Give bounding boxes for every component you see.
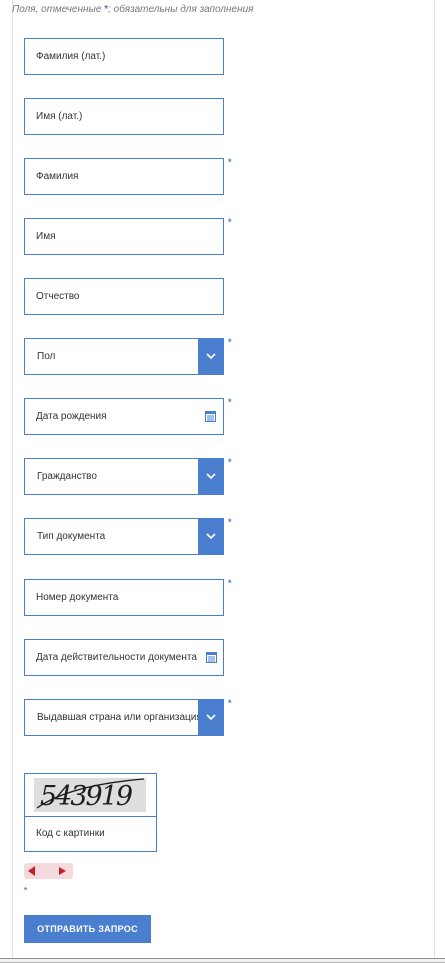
citizenship-dropdown-button[interactable] xyxy=(198,458,224,495)
first-name-field[interactable]: Имя xyxy=(24,218,224,255)
required-mark: * xyxy=(228,337,232,347)
last-name-field[interactable]: Фамилия xyxy=(24,158,224,195)
chevron-down-icon xyxy=(206,353,216,360)
required-fields-note: Поля, отмеченные *; обязательны для запо… xyxy=(12,4,254,15)
issuing-country-dropdown-button[interactable] xyxy=(198,699,224,736)
document-type-label: Тип документа xyxy=(37,531,106,542)
last-name-lat-label: Фамилия (лат.) xyxy=(36,51,106,62)
patronymic-field[interactable]: Отчество xyxy=(24,278,224,315)
last-name-label: Фамилия xyxy=(36,171,79,182)
frame-bottom-border xyxy=(0,958,445,963)
chevron-down-icon xyxy=(206,714,216,721)
document-type-dropdown-button[interactable] xyxy=(198,518,224,555)
captcha-block: 543919 Код с картинки xyxy=(24,773,157,852)
patronymic-label: Отчество xyxy=(36,291,80,302)
required-mark: * xyxy=(228,157,232,167)
birth-date-label: Дата рождения xyxy=(36,411,107,422)
first-name-lat-label: Имя (лат.) xyxy=(36,111,83,122)
last-name-lat-field[interactable]: Фамилия (лат.) xyxy=(24,38,224,75)
required-mark: * xyxy=(228,578,232,588)
calendar-icon[interactable] xyxy=(206,652,217,663)
gender-dropdown-button[interactable] xyxy=(198,338,224,375)
document-number-label: Номер документа xyxy=(36,592,119,603)
citizenship-select[interactable]: Гражданство xyxy=(24,458,224,495)
audio-play-icon[interactable] xyxy=(59,867,66,875)
captcha-image: 543919 xyxy=(34,778,146,812)
document-number-field[interactable]: Номер документа xyxy=(24,579,224,616)
gender-select[interactable]: Пол xyxy=(24,338,224,375)
required-mark: * xyxy=(228,698,232,708)
frame-left-border xyxy=(12,0,13,958)
issuing-country-label: Выдавшая страна или организация xyxy=(37,712,202,723)
required-mark: * xyxy=(228,517,232,527)
chevron-down-icon xyxy=(206,533,216,540)
first-name-label: Имя xyxy=(36,231,56,242)
chevron-down-icon xyxy=(206,473,216,480)
citizenship-label: Гражданство xyxy=(37,471,97,482)
required-mark: * xyxy=(228,217,232,227)
gender-label: Пол xyxy=(37,351,56,362)
document-valid-date-field[interactable]: Дата действительности документа xyxy=(24,639,224,676)
birth-date-field[interactable]: Дата рождения xyxy=(24,398,224,435)
document-valid-date-label: Дата действительности документа xyxy=(36,652,197,663)
note-text-before: Поля, отмеченные xyxy=(12,4,105,15)
submit-button[interactable]: ОТПРАВИТЬ ЗАПРОС xyxy=(24,915,151,943)
first-name-lat-field[interactable]: Имя (лат.) xyxy=(24,98,224,135)
note-text-after: ; обязательны для заполнения xyxy=(108,4,254,15)
audio-prev-icon[interactable] xyxy=(27,866,37,876)
document-type-select[interactable]: Тип документа xyxy=(24,518,224,555)
issuing-country-select[interactable]: Выдавшая страна или организация xyxy=(24,699,224,736)
captcha-input-label[interactable]: Код с картинки xyxy=(36,817,105,851)
required-mark: * xyxy=(24,886,28,895)
audio-captcha-control[interactable] xyxy=(24,863,73,879)
calendar-icon[interactable] xyxy=(205,411,216,422)
frame-right-border xyxy=(434,0,435,958)
captcha-code: 543919 xyxy=(40,781,133,812)
required-mark: * xyxy=(228,397,232,407)
required-mark: * xyxy=(228,457,232,467)
